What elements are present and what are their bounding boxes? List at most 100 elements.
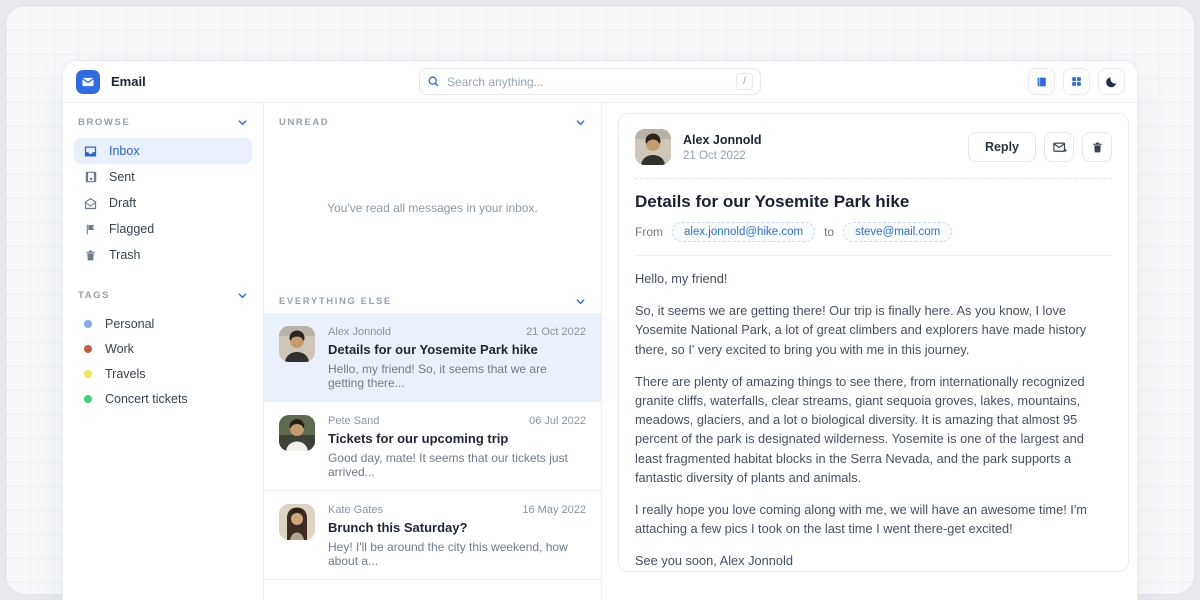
tag-label: Work (105, 342, 134, 356)
search-input[interactable] (447, 75, 729, 89)
mail-sender: Kate Gates (328, 504, 383, 516)
to-email-chip[interactable]: steve@mail.com (843, 222, 952, 242)
email-detail-card: Alex Jonnold 21 Oct 2022 Reply Details f… (618, 113, 1129, 572)
mail-item-content: Pete Sand 06 Jul 2022 Tickets for our up… (328, 415, 586, 479)
unread-section-label: UNREAD (279, 117, 329, 128)
flag-icon (83, 223, 98, 236)
from-label: From (635, 225, 663, 239)
email-app-window: Email / BROWSE (62, 60, 1138, 600)
app-title: Email (111, 74, 146, 89)
detail-subject: Details for our Yosemite Park hike (635, 192, 1112, 212)
mail-list-item[interactable]: Pete Sand 06 Jul 2022 Tickets for our up… (264, 402, 601, 491)
from-to-row: From alex.jonnold@hike.com to steve@mail… (635, 222, 1112, 242)
mail-preview: Hello, my friend! So, it seems that we a… (328, 362, 586, 390)
tag-color-dot (84, 395, 92, 403)
header-actions (1028, 68, 1125, 95)
email-body: Hello, my friend! So, it seems we are ge… (635, 269, 1112, 570)
mail-subject: Brunch this Saturday? (328, 520, 586, 535)
mail-date: 06 Jul 2022 (529, 415, 586, 427)
tag-color-dot (84, 370, 92, 378)
mail-item-content: Kate Gates 16 May 2022 Brunch this Satur… (328, 504, 586, 568)
sent-icon (83, 170, 98, 184)
mail-date: 16 May 2022 (522, 504, 586, 516)
message-list-column: UNREAD You've read all messages in your … (263, 103, 602, 600)
tag-color-dot (84, 345, 92, 353)
tag-color-dot (84, 320, 92, 328)
sidebar-item-label: Sent (109, 170, 135, 184)
tags-section: TAGS Personal Work Travels Concert ticke… (74, 290, 252, 411)
avatar (279, 504, 315, 540)
sidebar-item-label: Draft (109, 196, 136, 210)
everything-else-section-label: EVERYTHING ELSE (279, 296, 392, 307)
unread-section-header: UNREAD (264, 103, 601, 134)
tag-item-concert-tickets[interactable]: Concert tickets (74, 386, 252, 411)
email-paragraph: There are plenty of amazing things to se… (635, 372, 1112, 487)
mail-list-item[interactable]: Kate Gates 16 May 2022 Brunch this Satur… (264, 491, 601, 580)
tags-section-header: TAGS (74, 290, 252, 301)
apps-grid-icon[interactable] (1063, 68, 1090, 95)
sidebar-item-label: Flagged (109, 222, 154, 236)
delete-icon[interactable] (1082, 132, 1112, 162)
mail-item-content: Alex Jonnold 21 Oct 2022 Details for our… (328, 326, 586, 390)
email-paragraph: See you soon, Alex Jonnold (635, 551, 1112, 570)
inbox-icon (83, 144, 98, 159)
book-icon[interactable] (1028, 68, 1055, 95)
email-paragraph: So, it seems we are getting there! Our t… (635, 301, 1112, 359)
detail-sender-block: Alex Jonnold 21 Oct 2022 (683, 133, 761, 162)
tag-item-travels[interactable]: Travels (74, 361, 252, 386)
unread-empty-message: You've read all messages in your inbox. (264, 134, 601, 282)
mail-subject: Tickets for our upcoming trip (328, 431, 586, 446)
search-bar[interactable]: / (419, 68, 761, 95)
mail-sender: Pete Sand (328, 415, 379, 427)
sidebar-item-trash[interactable]: Trash (74, 242, 252, 268)
detail-pane: Alex Jonnold 21 Oct 2022 Reply Details f… (602, 103, 1137, 600)
from-email-chip[interactable]: alex.jonnold@hike.com (672, 222, 815, 242)
browse-section-header: BROWSE (74, 117, 252, 128)
search-icon (427, 75, 440, 88)
tags-section-label: TAGS (78, 290, 110, 301)
mail-preview: Good day, mate! It seems that our ticket… (328, 451, 586, 479)
email-paragraph: Hello, my friend! (635, 269, 1112, 288)
sidebar-item-draft[interactable]: Draft (74, 190, 252, 216)
mail-date: 21 Oct 2022 (526, 326, 586, 338)
search-shortcut-badge: / (736, 73, 753, 90)
sidebar-item-label: Inbox (109, 144, 140, 158)
sidebar-item-sent[interactable]: Sent (74, 164, 252, 190)
chevron-down-icon[interactable] (237, 117, 248, 128)
mail-list-item[interactable]: Alex Jonnold 21 Oct 2022 Details for our… (264, 313, 601, 402)
sidebar-item-inbox[interactable]: Inbox (74, 138, 252, 164)
chevron-down-icon[interactable] (237, 290, 248, 301)
sidebar-item-label: Trash (109, 248, 141, 262)
detail-sender-name: Alex Jonnold (683, 133, 761, 147)
chevron-down-icon[interactable] (575, 296, 586, 307)
tag-item-work[interactable]: Work (74, 336, 252, 361)
to-label: to (824, 225, 834, 239)
mail-preview: Hey! I'll be around the city this weeken… (328, 540, 586, 568)
draft-icon (83, 196, 98, 211)
detail-actions: Reply (968, 132, 1112, 162)
avatar (279, 415, 315, 451)
email-paragraph: I really hope you love coming along with… (635, 500, 1112, 538)
trash-icon (83, 249, 98, 262)
divider (635, 178, 1112, 179)
tag-item-personal[interactable]: Personal (74, 311, 252, 336)
email-logo-icon (76, 70, 100, 94)
reply-button[interactable]: Reply (968, 132, 1036, 162)
app-logo: Email (76, 70, 146, 94)
divider (635, 255, 1112, 256)
detail-header: Alex Jonnold 21 Oct 2022 Reply (635, 129, 1112, 165)
everything-else-section-header: EVERYTHING ELSE (264, 282, 601, 313)
chevron-down-icon[interactable] (575, 117, 586, 128)
avatar (635, 129, 671, 165)
detail-date: 21 Oct 2022 (683, 150, 761, 162)
sidebar-item-flagged[interactable]: Flagged (74, 216, 252, 242)
mail-subject: Details for our Yosemite Park hike (328, 342, 586, 357)
sidebar: BROWSE Inbox Sent Draft (63, 103, 263, 600)
mail-sender: Alex Jonnold (328, 326, 391, 338)
tag-label: Travels (105, 367, 146, 381)
avatar (279, 326, 315, 362)
tag-label: Personal (105, 317, 154, 331)
moon-icon[interactable] (1098, 68, 1125, 95)
browse-section-label: BROWSE (78, 117, 130, 128)
forward-mail-icon[interactable] (1044, 132, 1074, 162)
